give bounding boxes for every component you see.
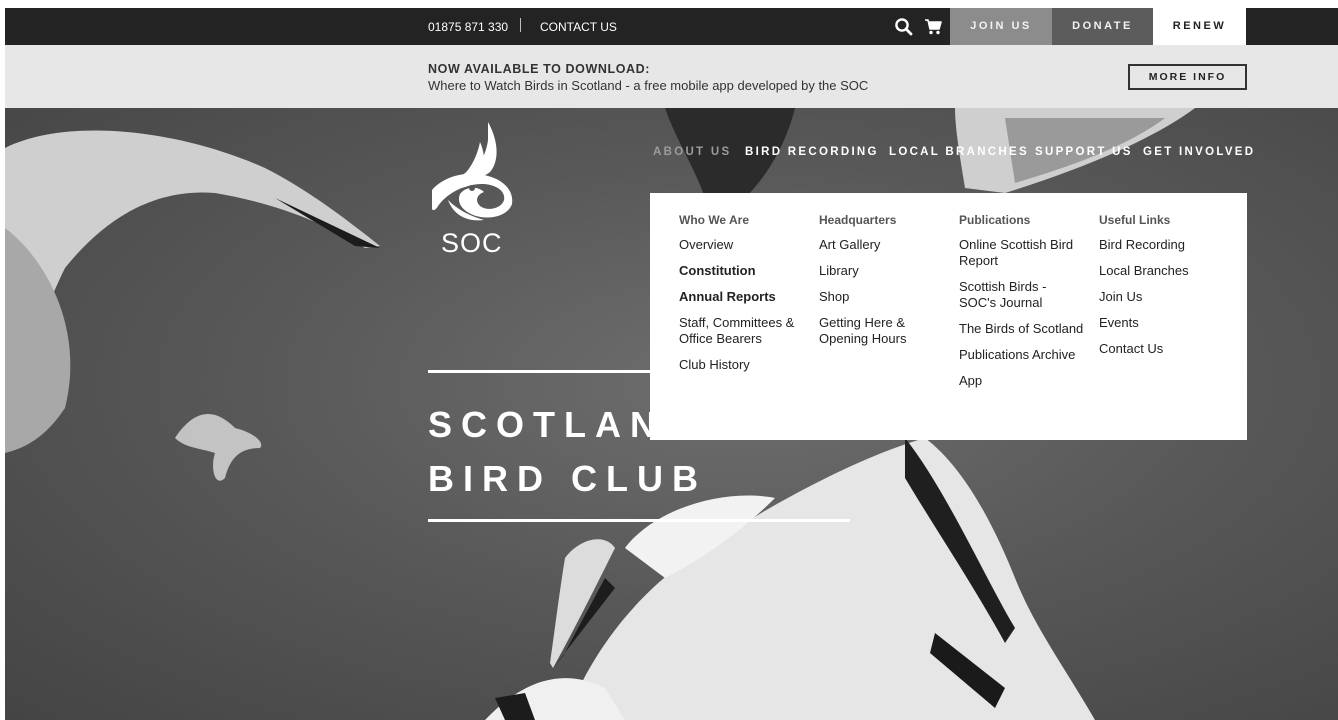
- page-frame: 01875 871 330 CONTACT US JOIN US DONATE …: [5, 8, 1338, 720]
- menu-item-publications-archive[interactable]: Publications Archive: [959, 347, 1084, 363]
- donate-button[interactable]: DONATE: [1052, 8, 1153, 45]
- menu-item-birds-of-scotland[interactable]: The Birds of Scotland: [959, 321, 1084, 337]
- menu-item-scottish-birds-journal[interactable]: Scottish Birds - SOC's Journal: [959, 279, 1084, 311]
- menu-item-app[interactable]: App: [959, 373, 1084, 389]
- column-heading: Useful Links: [1099, 213, 1171, 227]
- menu-item-events[interactable]: Events: [1099, 315, 1224, 331]
- menu-item-staff-committees[interactable]: Staff, Committees & Office Bearers: [679, 315, 804, 347]
- menu-column-useful-links: Useful Links Bird Recording Local Branch…: [1099, 213, 1224, 367]
- title-rule-bottom: [428, 519, 850, 522]
- menu-item-overview[interactable]: Overview: [679, 237, 804, 253]
- search-icon[interactable]: [894, 17, 914, 37]
- menu-item-join-us[interactable]: Join Us: [1099, 289, 1224, 305]
- top-bar: 01875 871 330 CONTACT US JOIN US DONATE …: [5, 8, 1338, 45]
- join-us-button[interactable]: JOIN US: [950, 8, 1052, 45]
- menu-item-local-branches[interactable]: Local Branches: [1099, 263, 1224, 279]
- menu-item-library[interactable]: Library: [819, 263, 944, 279]
- contact-us-link[interactable]: CONTACT US: [540, 20, 617, 34]
- about-us-dropdown: Who We Are Overview Constitution Annual …: [650, 193, 1247, 440]
- column-heading: Headquarters: [819, 213, 897, 227]
- column-heading: Publications: [959, 213, 1031, 227]
- announcement-title: NOW AVAILABLE TO DOWNLOAD:: [428, 62, 651, 76]
- column-heading: Who We Are: [679, 213, 750, 227]
- menu-item-constitution[interactable]: Constitution: [679, 263, 804, 279]
- announcement-subtitle: Where to Watch Birds in Scotland - a fre…: [428, 78, 869, 93]
- more-info-button[interactable]: MORE INFO: [1128, 64, 1247, 90]
- nav-support-us[interactable]: SUPPORT US: [1035, 146, 1133, 158]
- nav-get-involved[interactable]: GET INVOLVED: [1143, 146, 1255, 158]
- menu-column-headquarters: Headquarters Art Gallery Library Shop Ge…: [819, 213, 944, 357]
- renew-button[interactable]: RENEW: [1153, 8, 1246, 45]
- nav-local-branches[interactable]: LOCAL BRANCHES: [889, 146, 1029, 158]
- phone-number[interactable]: 01875 871 330: [428, 20, 508, 34]
- soc-logo[interactable]: SOC: [428, 120, 518, 258]
- menu-column-who-we-are: Who We Are Overview Constitution Annual …: [679, 213, 804, 383]
- title-rule-top: [428, 370, 653, 373]
- menu-item-contact-us[interactable]: Contact Us: [1099, 341, 1224, 357]
- divider: [520, 18, 521, 32]
- menu-column-publications: Publications Online Scottish Bird Report…: [959, 213, 1084, 399]
- nav-bird-recording[interactable]: BIRD RECORDING: [745, 146, 879, 158]
- hero-title-line2: BIRD CLUB: [428, 458, 707, 499]
- menu-item-annual-reports[interactable]: Annual Reports: [679, 289, 804, 305]
- cart-icon[interactable]: [924, 17, 944, 37]
- menu-item-online-bird-report[interactable]: Online Scottish Bird Report: [959, 237, 1084, 269]
- menu-item-bird-recording[interactable]: Bird Recording: [1099, 237, 1224, 253]
- logo-text: SOC: [441, 228, 503, 258]
- nav-about-us[interactable]: ABOUT US: [653, 146, 731, 158]
- menu-item-getting-here[interactable]: Getting Here & Opening Hours: [819, 315, 944, 347]
- menu-item-art-gallery[interactable]: Art Gallery: [819, 237, 944, 253]
- menu-item-club-history[interactable]: Club History: [679, 357, 804, 373]
- announcement-bar: NOW AVAILABLE TO DOWNLOAD: Where to Watc…: [5, 45, 1338, 108]
- menu-item-shop[interactable]: Shop: [819, 289, 944, 305]
